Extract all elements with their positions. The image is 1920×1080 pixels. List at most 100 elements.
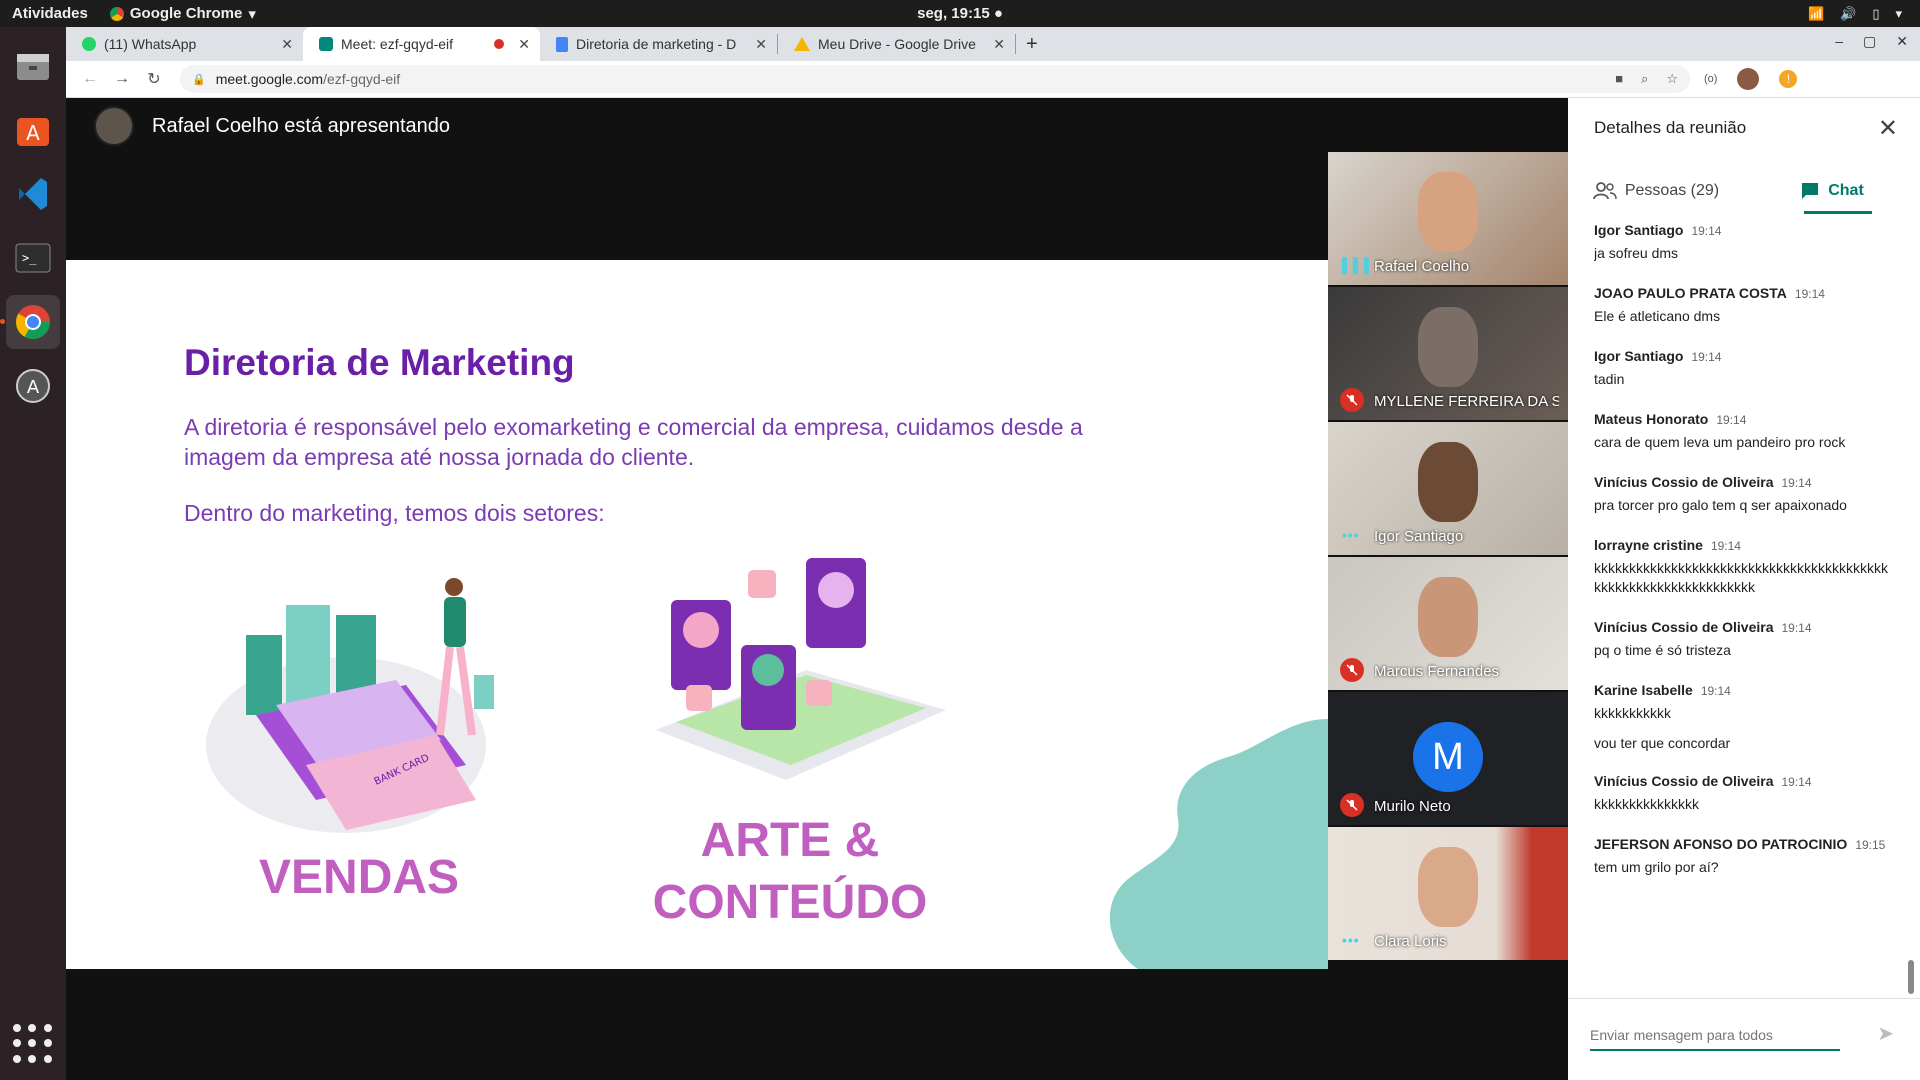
participant-video: [1418, 172, 1478, 252]
activities-button[interactable]: Atividades: [12, 5, 88, 22]
close-icon[interactable]: ✕: [281, 36, 293, 53]
message-author: Igor Santiago: [1594, 348, 1684, 364]
participant-video: [1418, 577, 1478, 657]
message-text: tem um grilo por aí?: [1594, 859, 1719, 875]
tab-drive[interactable]: Meu Drive - Google Drive ✕: [778, 27, 1015, 61]
software-updater-icon: A: [16, 369, 50, 403]
profile-avatar[interactable]: [1737, 68, 1760, 90]
close-icon[interactable]: ✕: [993, 36, 1005, 53]
camera-icon[interactable]: ■: [1615, 71, 1623, 87]
tab-chat[interactable]: Chat: [1744, 168, 1920, 214]
tab-people[interactable]: Pessoas (29): [1568, 168, 1744, 214]
cast-icon[interactable]: (o): [1704, 73, 1717, 85]
tab-label: Meu Drive - Google Drive: [818, 36, 976, 52]
tab-whatsapp[interactable]: (11) WhatsApp ✕: [66, 27, 303, 61]
toolbar-right: (o) !: [1704, 68, 1798, 90]
participant-tile[interactable]: ••• Igor Santiago: [1328, 422, 1568, 555]
chat-compose: ➤: [1568, 998, 1920, 1080]
art-content-illustration: [656, 558, 946, 780]
app-menu-label: Google Chrome: [129, 5, 243, 22]
meet-icon: [319, 37, 333, 51]
sector-art-label: ARTE & CONTEÚDO: [630, 810, 950, 934]
chat-message: JOAO PAULO PRATA COSTA 19:14 Ele é atleti…: [1594, 285, 1894, 326]
address-bar[interactable]: 🔒 meet.google.com/ezf-gqyd-eif ■ ⌕ ☆: [180, 65, 1690, 93]
svg-text:>_: >_: [22, 251, 37, 265]
recording-icon: [494, 39, 505, 49]
sector-sales-label: VENDAS: [259, 851, 460, 904]
dock: A >_ A: [0, 27, 66, 1080]
maximize-icon[interactable]: ▢: [1863, 33, 1876, 50]
system-tray[interactable]: 📶 🔊 ▯ ▾: [1808, 6, 1902, 22]
tab-docs[interactable]: Diretoria de marketing - D ✕: [540, 27, 777, 61]
chat-message: Vinícius Cossio de Oliveira 19:14 kkkkkkk…: [1594, 773, 1894, 814]
mic-off-icon: [1340, 388, 1364, 412]
alert-icon[interactable]: !: [1779, 70, 1798, 88]
minimize-icon[interactable]: –: [1835, 33, 1843, 50]
participant-tile[interactable]: Marcus Fernandes: [1328, 557, 1568, 690]
meet-stage: Rafael Coelho está apresentando Diretori…: [66, 98, 1568, 1080]
network-icon: 📶: [1807, 5, 1825, 21]
tab-meet[interactable]: Meet: ezf-gqyd-eif ✕: [303, 27, 540, 61]
close-window-icon[interactable]: ✕: [1896, 33, 1908, 50]
participant-tile[interactable]: M Murilo Neto: [1328, 692, 1568, 825]
speaking-indicator-icon: •••: [1342, 932, 1360, 948]
message-time: 19:14: [1691, 224, 1722, 238]
chat-message: lorrayne cristine 19:14 kkkkkkkkkkkkkkkkk…: [1594, 537, 1894, 597]
dock-updater[interactable]: A: [6, 359, 60, 413]
participant-name: Rafael Coelho: [1374, 258, 1470, 275]
new-tab-button[interactable]: +: [1026, 33, 1038, 56]
participant-tile[interactable]: ••• Clara Loris: [1328, 827, 1568, 960]
tab-label: Meet: ezf-gqyd-eif: [341, 36, 454, 52]
chat-message: Igor Santiago 19:14 tadin: [1594, 348, 1894, 389]
reload-icon[interactable]: ↻: [138, 69, 170, 89]
participant-tile[interactable]: ▌▌▌ Rafael Coelho: [1328, 152, 1568, 285]
vscode-icon: [19, 178, 47, 210]
slide-paragraph: A diretoria é responsável pelo exomarket…: [184, 414, 1083, 470]
dock-terminal[interactable]: >_: [6, 231, 60, 285]
bookmark-star-icon[interactable]: ☆: [1666, 71, 1678, 87]
clock[interactable]: seg, 19:15 ●: [917, 5, 1003, 22]
close-icon[interactable]: ✕: [755, 36, 767, 53]
speaking-indicator-icon: •••: [1342, 527, 1360, 543]
forward-icon[interactable]: →: [106, 70, 138, 88]
dock-files[interactable]: [6, 39, 60, 93]
message-author: Vinícius Cossio de Oliveira: [1594, 474, 1774, 490]
message-text: ja sofreu dms: [1594, 245, 1679, 261]
back-icon[interactable]: ←: [74, 70, 106, 88]
chat-message: Igor Santiago 19:14 ja sofreu dms: [1594, 222, 1894, 263]
dock-chrome[interactable]: [0, 295, 60, 349]
meeting-details-panel: Detalhes da reunião ✕ Pessoas (29) Chat …: [1568, 98, 1920, 1080]
chat-message: Vinícius Cossio de Oliveira 19:14 pq o ti…: [1594, 619, 1894, 660]
decorative-blob: [1109, 719, 1328, 969]
message-time: 19:14: [1691, 350, 1722, 364]
participant-name: Clara Loris: [1374, 933, 1447, 950]
participant-tile[interactable]: MYLLENE FERREIRA DA SI...: [1328, 287, 1568, 420]
chat-message-list[interactable]: Igor Santiago 19:14 ja sofreu dms JOAO PA…: [1594, 222, 1894, 1080]
omnibox-actions: ■ ⌕ ☆: [1615, 71, 1678, 87]
chat-message-input[interactable]: [1590, 1021, 1840, 1051]
show-applications-button[interactable]: [13, 1024, 53, 1064]
message-text: pra torcer pro galo tem q ser apaixonado: [1594, 497, 1847, 513]
slide-title: Diretoria de Marketing: [184, 342, 575, 383]
send-icon[interactable]: ➤: [1877, 1021, 1894, 1046]
chat-scrollbar[interactable]: [1908, 960, 1914, 994]
window-controls: – ▢ ✕: [1835, 33, 1908, 50]
participant-name: Igor Santiago: [1374, 528, 1464, 545]
message-author: Vinícius Cossio de Oliveira: [1594, 619, 1774, 635]
url-path: /ezf-gqyd-eif: [323, 71, 401, 87]
chrome-icon: [109, 6, 124, 21]
app-menu[interactable]: Google Chrome ▾: [109, 5, 256, 23]
tab-separator: [1015, 34, 1016, 54]
message-text: vou ter que concordar: [1594, 735, 1731, 751]
drive-icon: [794, 37, 810, 51]
dock-software[interactable]: A: [6, 103, 60, 157]
whatsapp-icon: [82, 37, 96, 51]
message-text: pq o time é só tristeza: [1594, 642, 1731, 658]
close-icon[interactable]: ✕: [1878, 114, 1898, 143]
zoom-icon[interactable]: ⌕: [1641, 71, 1648, 87]
participant-video: [1418, 442, 1478, 522]
presenter-text: Rafael Coelho está apresentando: [152, 114, 450, 137]
close-icon[interactable]: ✕: [518, 36, 530, 53]
system-top-bar: Atividades Google Chrome ▾ seg, 19:15 ● …: [0, 0, 1920, 27]
dock-vscode[interactable]: [6, 167, 60, 221]
